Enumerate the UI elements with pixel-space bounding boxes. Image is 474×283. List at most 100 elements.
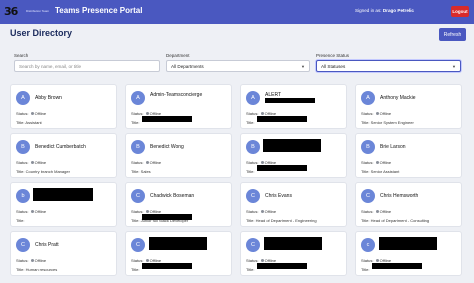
title-label: Title:	[361, 169, 370, 174]
department-label: Department	[166, 53, 190, 58]
user-card[interactable]: A Abby Brown Status: Offline Title: Assista…	[10, 84, 117, 129]
user-name: Admin-Teamsconcierge	[150, 92, 203, 98]
user-name: Anthony Mackie	[380, 95, 416, 101]
logo-mark: 36	[4, 5, 18, 18]
redaction-bar	[263, 139, 321, 146]
status-value: Offline	[149, 160, 162, 165]
redaction-bar	[263, 146, 321, 152]
redaction-bar	[142, 263, 192, 269]
redaction-bar	[257, 116, 307, 122]
presence-dot-icon	[145, 259, 149, 263]
status-label: Status:	[16, 111, 29, 116]
presence-dot-icon	[30, 210, 34, 214]
redaction-bar	[257, 263, 307, 269]
job-title: Title:	[246, 169, 255, 174]
user-card[interactable]: C Chris Pratt Status: Offline Title: Human …	[10, 231, 117, 276]
title-label: Title:	[361, 218, 370, 223]
user-card[interactable]: A Anthony Mackie Status: Offline Title: Sen…	[355, 84, 462, 129]
avatar: C	[246, 238, 260, 252]
redaction-bar	[142, 116, 192, 122]
presence-status: Status: Offline	[16, 209, 46, 214]
presence-dot-icon	[260, 259, 264, 263]
title-label: Title:	[246, 218, 255, 223]
title-label: Title:	[131, 169, 140, 174]
title-value: Head of Department - Engineering	[255, 218, 317, 223]
chevron-down-icon: ▼	[301, 64, 305, 69]
redaction-bar	[257, 165, 307, 171]
user-card[interactable]: B Benedict Wong Status: Offline Title: Sale…	[125, 133, 232, 178]
presence-select[interactable]: All Statuses ▼	[316, 60, 461, 72]
presence-dot-icon	[145, 210, 149, 214]
redaction-bar	[264, 237, 322, 244]
user-card[interactable]: C Status: Offline Title:	[125, 231, 232, 276]
avatar: A	[16, 91, 30, 105]
user-card[interactable]: c Status: Offline Title:	[355, 231, 462, 276]
avatar: C	[131, 238, 145, 252]
job-title: Title: Sales	[131, 169, 151, 174]
user-name: Chris Hemsworth	[380, 193, 419, 199]
status-value: Offline	[34, 160, 47, 165]
search-input[interactable]: Search by name, email, or title	[14, 60, 160, 72]
avatar: c	[361, 238, 375, 252]
department-value: All Departments	[171, 63, 204, 69]
job-title: Title: Senior System Engineer	[361, 120, 414, 125]
title-label: Title:	[131, 267, 140, 272]
redaction-bar	[33, 188, 93, 195]
redaction-bar	[142, 214, 192, 220]
user-card[interactable]: C Status: Offline Title:	[240, 231, 347, 276]
status-value: Offline	[34, 209, 47, 214]
redaction-bar	[265, 98, 315, 103]
presence-status: Status: Offline	[246, 209, 276, 214]
job-title: Title:	[361, 267, 370, 272]
status-value: Offline	[264, 209, 277, 214]
job-title: Title: Head of Department - Consulting	[361, 218, 429, 223]
job-title: Title:	[246, 120, 255, 125]
status-value: Offline	[379, 111, 392, 116]
presence-dot-icon	[145, 161, 149, 165]
presence-dot-icon	[30, 161, 34, 165]
user-card[interactable]: C Chris Hemsworth Status: Offline Title: He…	[355, 182, 462, 227]
user-card[interactable]: b Status: Offline Title:	[10, 182, 117, 227]
department-select[interactable]: All Departments ▼	[166, 60, 310, 72]
top-bar: 36 Distribution Team Teams Presence Port…	[0, 0, 474, 24]
logout-button[interactable]: Logout	[451, 6, 469, 17]
title-label: Title:	[246, 169, 255, 174]
avatar: C	[16, 238, 30, 252]
status-label: Status:	[16, 258, 29, 263]
user-name: Abby Brown	[35, 95, 62, 101]
job-title: Title:	[131, 267, 140, 272]
presence-dot-icon	[375, 259, 379, 263]
presence-status: Status: Offline	[361, 111, 391, 116]
user-card[interactable]: A Admin-Teamsconcierge Status: Offline Titl…	[125, 84, 232, 129]
avatar: C	[131, 189, 145, 203]
job-title: Title: Country branch Manager	[16, 169, 70, 174]
title-label: Title:	[16, 169, 25, 174]
presence-status: Status: Offline	[361, 160, 391, 165]
title-label: Title:	[361, 267, 370, 272]
user-card[interactable]: C Chadwick Boseman Status: Offline Title: J…	[125, 182, 232, 227]
avatar: A	[131, 91, 145, 105]
user-name: Chadwick Boseman	[150, 193, 195, 199]
user-card[interactable]: B Status: Offline Title:	[240, 133, 347, 178]
avatar: C	[361, 189, 375, 203]
title-value: Sales	[140, 169, 151, 174]
user-card[interactable]: B Brie Larson Status: Offline Title: Senior…	[355, 133, 462, 178]
title-label: Title:	[16, 267, 25, 272]
user-card[interactable]: A ALERT Status: Offline Title:	[240, 84, 347, 129]
title-value: Head of Department - Consulting	[370, 218, 430, 223]
status-value: Offline	[34, 258, 47, 263]
presence-dot-icon	[260, 112, 264, 116]
redaction-bar	[264, 244, 322, 250]
refresh-button[interactable]: Refresh	[439, 28, 466, 41]
page-title: User Directory	[10, 28, 73, 38]
title-label: Title:	[361, 120, 370, 125]
search-label: Search	[14, 53, 29, 58]
avatar: B	[131, 140, 145, 154]
status-label: Status:	[246, 209, 259, 214]
job-title: Title:	[16, 218, 25, 223]
user-card[interactable]: B Benedict Cumberbatch Status: Offline Titl…	[10, 133, 117, 178]
status-value: Offline	[379, 209, 392, 214]
presence-status: Status: Offline	[16, 111, 46, 116]
user-name: Brie Larson	[380, 144, 406, 150]
user-card[interactable]: C Chris Evans Status: Offline Title: Head o…	[240, 182, 347, 227]
